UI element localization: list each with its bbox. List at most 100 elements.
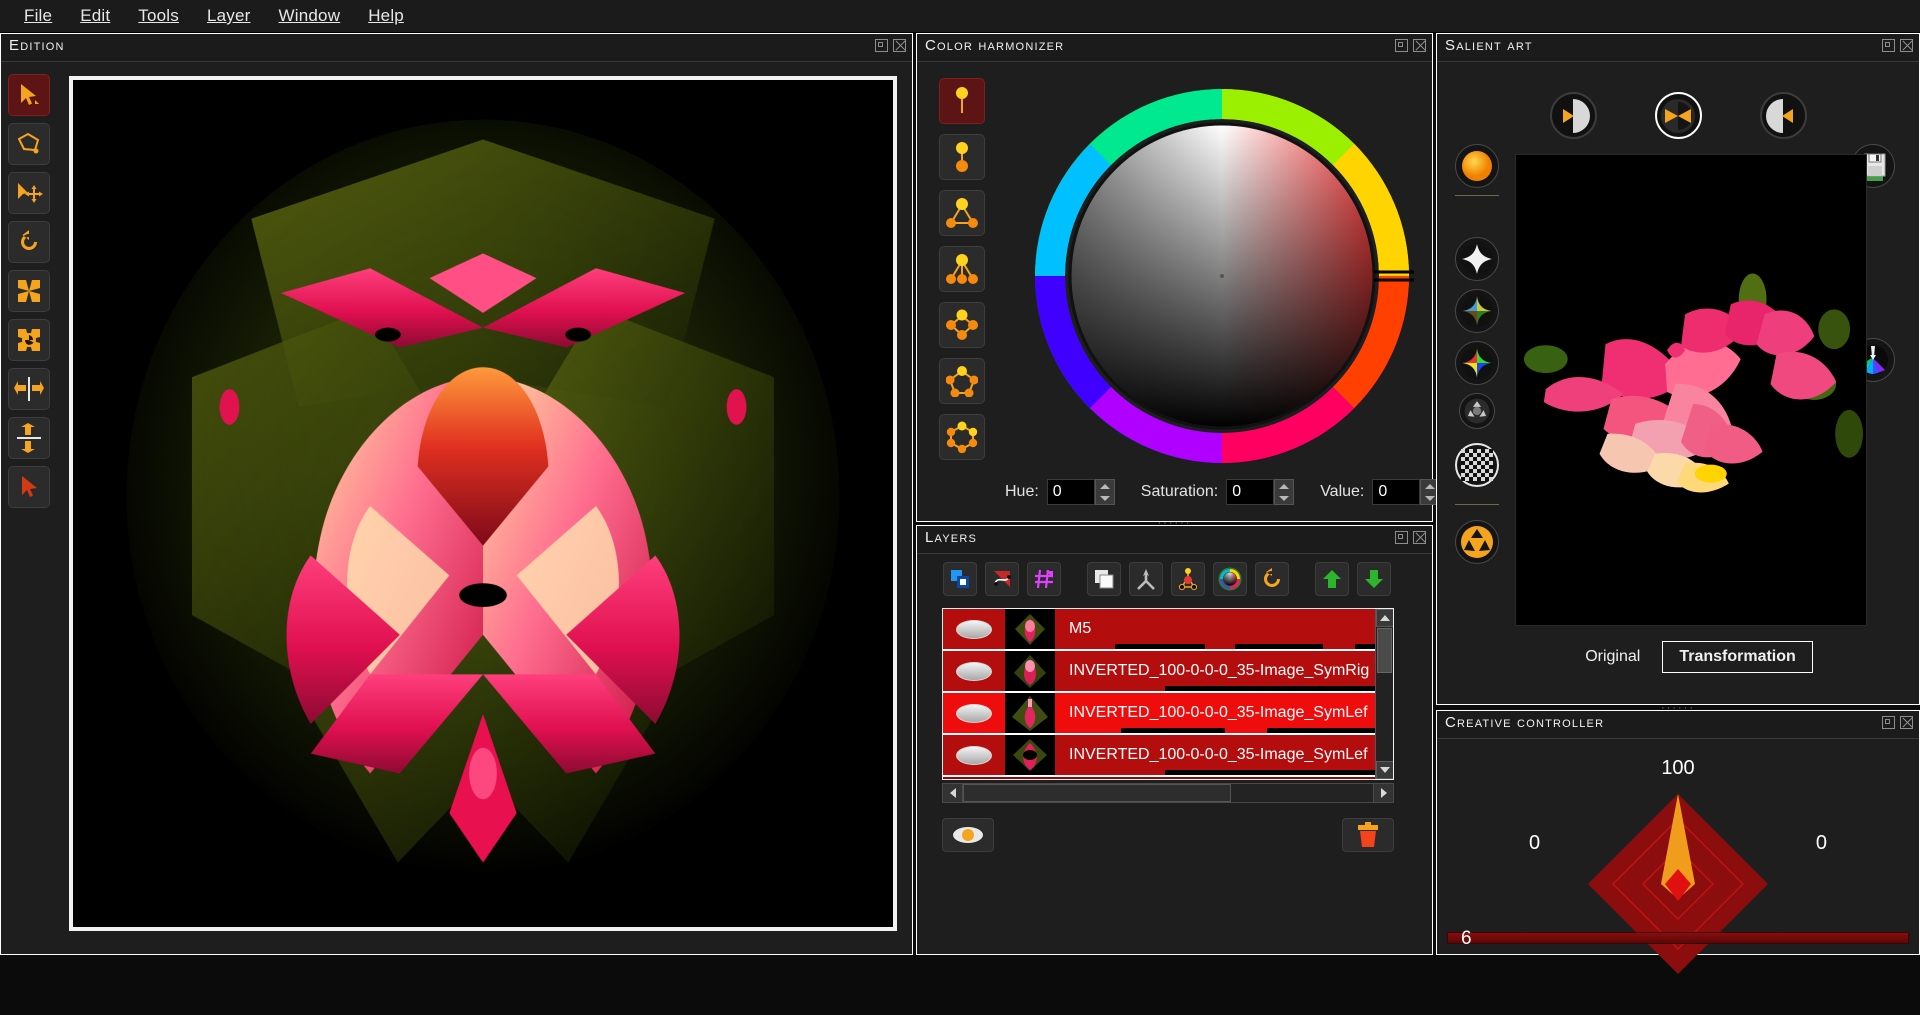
scroll-thumb[interactable] [1377,628,1392,673]
delete-layer-button[interactable] [1342,818,1394,852]
close-icon[interactable] [1900,39,1913,52]
close-icon[interactable] [1413,531,1426,544]
checkerboard-button[interactable] [1455,443,1499,487]
pentad-scheme[interactable] [939,358,985,404]
menu-layer[interactable]: Layer [193,4,265,28]
move-layer-down-button[interactable] [1357,562,1391,596]
twirl-tool[interactable] [8,319,50,361]
scroll-left-button[interactable] [943,784,963,802]
orange-sphere-icon [1462,151,1492,181]
close-icon[interactable] [1413,39,1426,52]
close-icon[interactable] [1900,716,1913,729]
layer-name: M5 [1069,620,1092,637]
restore-icon[interactable] [875,39,888,52]
hue-control: Hue: 0 [1005,479,1115,505]
layers-panel: ······ Layers M5 INVERTED_100-0-0-0_35-I… [916,517,1433,955]
gray-recycle-button[interactable] [1459,393,1495,429]
rotate-tool[interactable] [8,221,50,263]
muted-color-star-button[interactable] [1455,289,1499,333]
scroll-down-button[interactable] [1376,761,1393,779]
layer-visibility-toggle[interactable] [943,661,1005,681]
menu-window[interactable]: Window [265,4,355,28]
salient-panel-header: Salient art [1437,34,1919,62]
anchor-layer-button[interactable] [985,562,1019,596]
hue-spinner[interactable] [1094,479,1115,505]
scroll-right-button[interactable] [1373,784,1393,802]
table-row[interactable]: INVERTED_100-0-0-0_35-Image_SymRig [943,651,1393,693]
color-wheel[interactable] [1022,76,1422,476]
color-wheel-button[interactable] [1213,562,1247,596]
saturation-input[interactable]: 0 [1226,479,1275,505]
tetrad-scheme[interactable] [939,302,985,348]
harmony-scheme-list [939,78,985,460]
duplicate-layer-button[interactable] [1087,562,1121,596]
mode-right-split[interactable] [1759,92,1807,139]
restore-icon[interactable] [1882,716,1895,729]
layer-list-horizontal-scrollbar[interactable] [942,783,1394,803]
menu-help[interactable]: Help [354,4,418,28]
close-icon[interactable] [893,39,906,52]
mode-bowtie[interactable] [1654,92,1702,139]
scale-tool[interactable] [8,270,50,312]
complementary-scheme[interactable] [939,134,985,180]
value-input[interactable]: 0 [1372,479,1421,505]
monochrome-scheme[interactable] [939,78,985,124]
bowtie-icon [1661,98,1695,133]
new-layer-button[interactable] [943,562,977,596]
rgb-color-star-button[interactable] [1455,341,1499,385]
scroll-up-button[interactable] [1376,609,1393,627]
edition-canvas[interactable] [69,76,897,931]
hue-input[interactable]: 0 [1046,479,1095,505]
scroll-thumb-horizontal[interactable] [963,784,1231,802]
sv-marker[interactable] [1220,274,1224,278]
pick-tool[interactable] [8,466,50,508]
orange-sphere-button[interactable] [1455,144,1499,188]
tab-transformation[interactable]: Transformation [1662,641,1813,673]
salient-preview[interactable] [1515,154,1867,626]
controller-slider[interactable] [1447,932,1909,944]
table-row[interactable]: INVERTED_100-0-0-0_35-Image_SymLef [943,735,1393,777]
grid-layer-button[interactable] [1027,562,1061,596]
hexad-scheme[interactable] [939,414,985,460]
harmony-layer-button[interactable] [1171,562,1205,596]
tab-original[interactable]: Original [1569,642,1656,672]
mirror-vertical-tool[interactable] [8,417,50,459]
select-arrow-tool[interactable] [8,74,50,116]
controller-radar[interactable] [1583,789,1773,979]
merge-layers-button[interactable] [1129,562,1163,596]
layers-footer [942,818,1394,858]
color-harmonizer-panel: Color harmonizer Hue: 0 Saturation: 0 Va… [916,33,1441,522]
undo-button[interactable] [1255,562,1289,596]
layer-visibility-button[interactable] [942,818,994,852]
saturation-label: Saturation: [1140,483,1219,500]
move-tool[interactable] [8,172,50,214]
menu-edit[interactable]: Edit [66,4,124,28]
restore-icon[interactable] [1395,39,1408,52]
saturation-spinner[interactable] [1274,479,1295,505]
mirror-horizontal-tool[interactable] [8,368,50,410]
split-complementary-scheme[interactable] [939,246,985,292]
table-row[interactable]: INVERTED_100-0-0-0_35-Image_SymLef [943,693,1393,735]
restore-icon[interactable] [1882,39,1895,52]
layer-list-scrollbar[interactable] [1375,609,1393,779]
mode-left-split[interactable] [1549,92,1597,139]
menu-edit-label: Edit [80,6,111,25]
table-row[interactable]: M5 [943,609,1393,651]
white-star-button[interactable] [1455,237,1499,281]
layer-visibility-toggle[interactable] [943,703,1005,723]
controller-slider-value: 6 [1461,928,1472,949]
lasso-polygon-tool[interactable] [8,123,50,165]
restore-icon[interactable] [1395,531,1408,544]
triad-scheme[interactable] [939,190,985,236]
layer-visibility-toggle[interactable] [943,619,1005,639]
layers-panel-header: Layers [917,526,1432,554]
layer-visibility-toggle[interactable] [943,745,1005,765]
orange-recycle-button[interactable] [1455,520,1499,564]
layer-visibility-icon [953,827,983,843]
menu-file[interactable]: File [10,4,66,28]
layer-list[interactable]: M5 INVERTED_100-0-0-0_35-Image_SymRig IN… [942,608,1394,780]
menu-tools[interactable]: Tools [124,4,193,28]
move-layer-up-button[interactable] [1315,562,1349,596]
creative-panel-header: Creative controller [1437,711,1919,739]
cursor-arrow-icon [21,84,39,105]
